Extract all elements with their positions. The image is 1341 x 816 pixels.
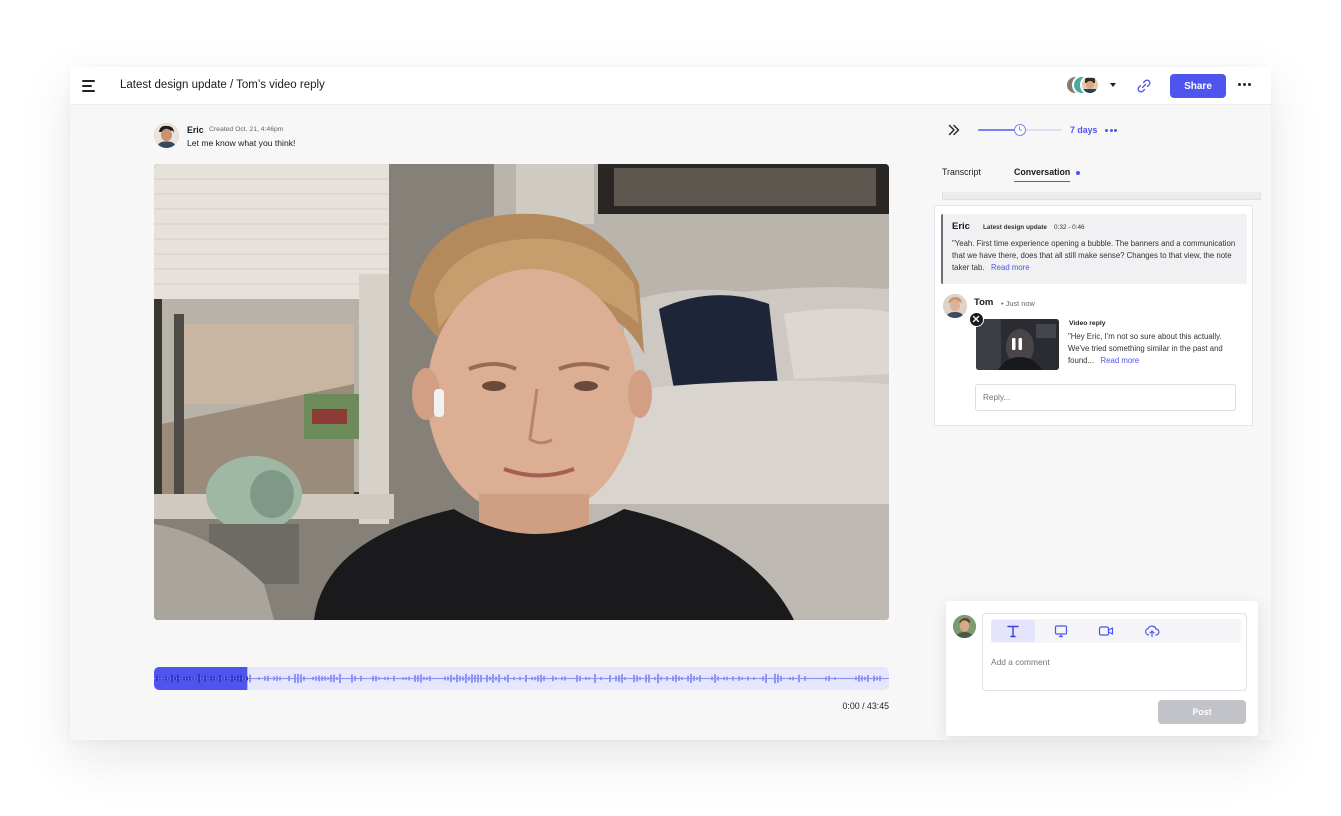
read-more-link[interactable]: Read more: [991, 263, 1030, 272]
reply-time: • Just now: [1001, 299, 1035, 308]
quote-meta: Latest design update 0:32 - 0:46: [983, 224, 1085, 231]
avatar: [943, 294, 967, 318]
tab-conversation[interactable]: Conversation: [1014, 167, 1071, 182]
unread-dot: [1076, 171, 1080, 175]
quote-text: "Yeah. First time experience opening a b…: [952, 238, 1242, 274]
post-header: Eric Created Oct. 21, 4:46pm Let me know…: [154, 123, 454, 151]
sidebar-controls: 7 days: [948, 121, 1138, 141]
previous-comment-edge: [942, 192, 1261, 200]
avatar: [1080, 75, 1100, 95]
upload-icon[interactable]: [1130, 620, 1174, 642]
quote-source: Latest design update: [983, 224, 1047, 231]
more-icon[interactable]: [1105, 129, 1117, 132]
tab-transcript[interactable]: Transcript: [942, 167, 981, 181]
waveform-graphic: [154, 667, 889, 690]
menu-icon[interactable]: [82, 80, 96, 92]
share-button[interactable]: Share: [1170, 74, 1226, 98]
quoted-comment[interactable]: Eric Latest design update 0:32 - 0:46 "Y…: [941, 214, 1247, 284]
read-more-link[interactable]: Read more: [1101, 356, 1140, 365]
text-tool-icon[interactable]: [991, 620, 1035, 642]
quote-range: 0:32 - 0:46: [1054, 224, 1085, 231]
pause-icon[interactable]: [1010, 337, 1024, 351]
playback-time: 0:00 / 43:45: [842, 701, 889, 711]
comment-box: [982, 613, 1247, 691]
reply-comment: Tom • Just now Video reply "Hey Eric, I'…: [943, 294, 1248, 374]
reply-input[interactable]: [975, 384, 1236, 411]
avatar: [953, 615, 976, 638]
reply-author: Tom: [974, 297, 994, 308]
screen-record-icon[interactable]: [1039, 620, 1083, 642]
chevron-down-icon[interactable]: [1110, 83, 1116, 87]
more-icon[interactable]: [1238, 83, 1252, 87]
close-icon[interactable]: [969, 312, 984, 327]
post-author: Eric: [187, 125, 204, 135]
post-created-time: Created Oct. 21, 4:46pm: [209, 126, 284, 133]
post-caption: Let me know what you think!: [187, 138, 296, 148]
collaborator-avatars[interactable]: [1065, 75, 1105, 97]
composer-toolbar: [991, 619, 1241, 643]
comment-input[interactable]: [991, 655, 1231, 669]
video-reply-thumbnail[interactable]: [976, 319, 1059, 370]
reply-text: "Hey Eric, I'm not so sure about this ac…: [1068, 331, 1238, 367]
reply-body: "Hey Eric, I'm not so sure about this ac…: [1068, 332, 1223, 365]
camera-icon[interactable]: [1084, 620, 1128, 642]
expiry-label[interactable]: 7 days: [1070, 125, 1097, 135]
audio-waveform-scrubber[interactable]: [154, 667, 889, 690]
link-icon[interactable]: [1136, 78, 1152, 94]
comment-composer: Post: [946, 601, 1258, 736]
top-bar: Latest design update / Tom’s video reply…: [70, 67, 1271, 105]
page-title: Latest design update / Tom’s video reply: [120, 79, 325, 91]
quote-author: Eric: [952, 221, 970, 232]
expiry-slider[interactable]: [978, 124, 1062, 136]
video-reply-label: Video reply: [1069, 320, 1106, 327]
avatar: [154, 123, 179, 148]
video-player[interactable]: [154, 164, 889, 620]
post-button[interactable]: Post: [1158, 700, 1246, 724]
app-window: Latest design update / Tom’s video reply…: [70, 67, 1271, 740]
double-chevron-right-icon[interactable]: [948, 124, 960, 136]
clock-icon[interactable]: [1014, 124, 1026, 136]
conversation-panel: Eric Latest design update 0:32 - 0:46 "Y…: [934, 205, 1253, 426]
video-frame: [154, 164, 889, 620]
sidebar-tabs: Transcript Conversation: [942, 167, 1192, 187]
